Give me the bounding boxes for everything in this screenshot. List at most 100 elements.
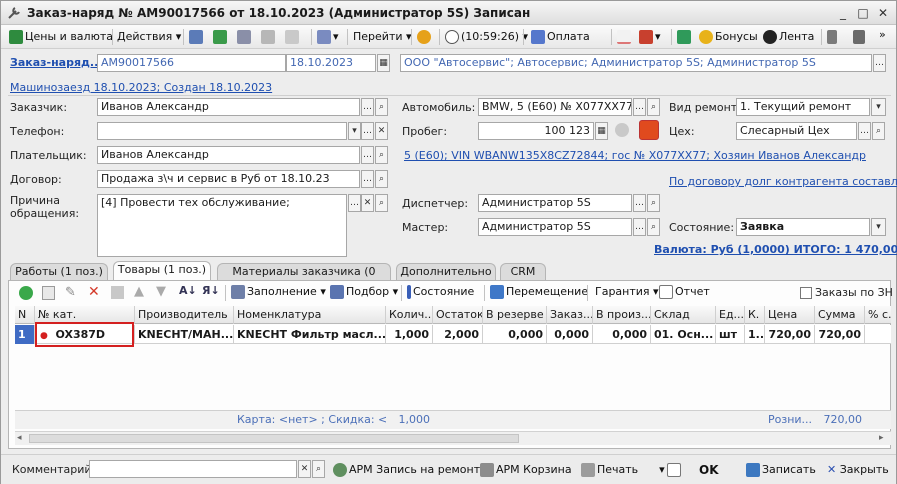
ok-button[interactable]: OK xyxy=(699,461,719,479)
gift-menu[interactable]: ▾ xyxy=(639,28,661,46)
help-icon[interactable] xyxy=(417,28,433,46)
row-in-prod[interactable]: 0,000 xyxy=(593,325,651,344)
arm-booking-button[interactable]: АРМ Запись на ремонт xyxy=(333,461,480,479)
contract-search-icon[interactable]: ⌕ xyxy=(375,170,388,188)
master-field[interactable]: Администратор 5S xyxy=(478,218,632,236)
copy-icon[interactable] xyxy=(42,286,55,300)
phone-dropdown-button[interactable]: ▾ xyxy=(348,122,361,140)
signature-icon[interactable] xyxy=(617,28,633,46)
payment-menu[interactable]: Оплата ▾ xyxy=(531,28,623,46)
arrival-link[interactable]: Машинозаезд 18.10.2023; Создан 18.10.202… xyxy=(10,81,272,94)
order-number-field[interactable]: АМ90017566 xyxy=(97,54,286,72)
dispatcher-select-button[interactable]: … xyxy=(633,194,646,212)
export-menu[interactable]: ▾ xyxy=(317,28,339,46)
state-dropdown[interactable]: ▾ xyxy=(871,218,886,236)
comment-search-icon[interactable]: ⌕ xyxy=(312,460,325,478)
phone-select-button[interactable]: … xyxy=(361,122,374,140)
row-unit[interactable]: шт xyxy=(716,325,745,344)
row-warehouse[interactable]: 01. Осн... xyxy=(651,325,716,344)
row-k[interactable]: 1... xyxy=(745,325,765,344)
feed-button[interactable]: Лента xyxy=(763,28,814,46)
organization-select-button[interactable]: … xyxy=(873,54,886,72)
bonuses-button[interactable]: Бонусы xyxy=(699,28,758,46)
row-pct[interactable] xyxy=(865,325,891,344)
actions-menu[interactable]: Действия ▾ xyxy=(117,28,181,46)
add-icon[interactable] xyxy=(19,286,33,300)
state-button[interactable]: Состояние xyxy=(407,283,474,301)
reason-select-button[interactable]: … xyxy=(348,194,361,212)
vin-link[interactable]: 5 (E60); VIN WBANW135X8CZ72844; гос № Х0… xyxy=(404,149,866,162)
col-ordered[interactable]: Заказ... xyxy=(547,306,593,324)
phone-clear-icon[interactable]: ✕ xyxy=(375,122,388,140)
tab-works[interactable]: Работы (1 поз.) xyxy=(10,263,108,280)
repair-type-field[interactable]: 1. Текущий ремонт xyxy=(736,98,870,116)
customer-select-button[interactable]: … xyxy=(361,98,374,116)
contract-field[interactable]: Продажа з\ч и сервис в Руб от 18.10.23 xyxy=(97,170,360,188)
col-reserve[interactable]: В резерве xyxy=(483,306,547,324)
list-icon[interactable] xyxy=(853,28,867,46)
sort-desc-icon[interactable]: Я↓ xyxy=(202,284,220,297)
contract-select-button[interactable]: … xyxy=(361,170,374,188)
col-n[interactable]: N xyxy=(15,306,35,324)
master-search-icon[interactable]: ⌕ xyxy=(647,218,660,236)
horizontal-scrollbar[interactable]: ◂ ▸ xyxy=(15,431,891,445)
fill-menu[interactable]: Заполнение ▾ xyxy=(231,283,326,301)
history-icon[interactable] xyxy=(639,120,659,140)
shop-select-button[interactable]: … xyxy=(858,122,871,140)
delete-icon[interactable]: ✕ xyxy=(88,284,100,300)
move-up-icon[interactable]: ▲ xyxy=(134,284,144,299)
dispatcher-search-icon[interactable]: ⌕ xyxy=(647,194,660,212)
payer-select-button[interactable]: … xyxy=(361,146,374,164)
move-down-icon[interactable]: ▼ xyxy=(156,284,166,299)
gauge-icon[interactable] xyxy=(615,123,629,137)
row-price[interactable]: 720,00 xyxy=(765,325,815,344)
col-sum[interactable]: Сумма xyxy=(815,306,865,324)
col-in-prod[interactable]: В произ... xyxy=(593,306,651,324)
doc-icon[interactable] xyxy=(189,28,205,46)
ok-check-icon[interactable] xyxy=(667,461,683,479)
row-sum[interactable]: 720,00 xyxy=(815,325,865,344)
row-ordered[interactable]: 0,000 xyxy=(547,325,593,344)
payer-field[interactable]: Иванов Александр xyxy=(97,146,360,164)
car-search-icon[interactable]: ⌕ xyxy=(647,98,660,116)
customer-field[interactable]: Иванов Александр xyxy=(97,98,360,116)
orders-checkbox[interactable] xyxy=(800,287,812,299)
move-button[interactable]: Перемещение xyxy=(490,283,588,301)
col-unit[interactable]: Ед... xyxy=(716,306,745,324)
tab-additional[interactable]: Дополнительно xyxy=(396,263,496,280)
order-number-label[interactable]: Заказ-наряд... xyxy=(10,56,102,69)
col-price[interactable]: Цена xyxy=(765,306,815,324)
reason-clear-icon[interactable]: ✕ xyxy=(361,194,374,212)
save-button[interactable]: Записать xyxy=(746,461,816,479)
scroll-right-icon[interactable]: ▸ xyxy=(879,433,884,443)
sort-asc-icon[interactable]: A↓ xyxy=(179,284,197,297)
tab-crm[interactable]: CRM xyxy=(500,263,546,280)
edit-icon[interactable]: ✎ xyxy=(65,285,76,300)
pick-menu[interactable]: Подбор ▾ xyxy=(330,283,398,301)
master-select-button[interactable]: … xyxy=(633,218,646,236)
state-field[interactable]: Заявка xyxy=(736,218,870,236)
col-qty[interactable]: Колич... xyxy=(386,306,433,324)
doc-gray-icon[interactable] xyxy=(285,28,301,46)
end-edit-icon[interactable] xyxy=(111,286,124,299)
col-k[interactable]: К. xyxy=(745,306,765,324)
table-row[interactable]: 1 ● OX387D KNECHT/MAH... KNECHT Фильтр м… xyxy=(15,325,891,344)
more-button[interactable]: » xyxy=(879,26,886,44)
total-link[interactable]: Валюта: Руб (1,0000) ИТОГО: 1 470,00 xyxy=(654,243,897,256)
row-reserve[interactable]: 0,000 xyxy=(483,325,547,344)
debt-link[interactable]: По договору долг контрагента составля... xyxy=(669,175,897,188)
row-qty[interactable]: 1,000 xyxy=(386,325,433,344)
col-stock[interactable]: Остаток xyxy=(433,306,483,324)
row-maker[interactable]: KNECHT/MAH... xyxy=(135,325,234,344)
col-item[interactable]: Номенклатура xyxy=(234,306,386,324)
customer-search-icon[interactable]: ⌕ xyxy=(375,98,388,116)
col-pct[interactable]: % с... xyxy=(865,306,891,324)
comment-field[interactable] xyxy=(89,460,297,478)
repair-type-dropdown[interactable]: ▾ xyxy=(871,98,886,116)
maximize-button[interactable]: □ xyxy=(855,5,871,21)
shop-field[interactable]: Слесарный Цех xyxy=(736,122,857,140)
time-menu[interactable]: (10:59:26) ▾ xyxy=(445,28,528,46)
phone-field[interactable] xyxy=(97,122,347,140)
organization-field[interactable]: ООО "Автосервис"; Автосервис; Администра… xyxy=(400,54,872,72)
close-window-button[interactable]: ✕ xyxy=(875,5,891,21)
